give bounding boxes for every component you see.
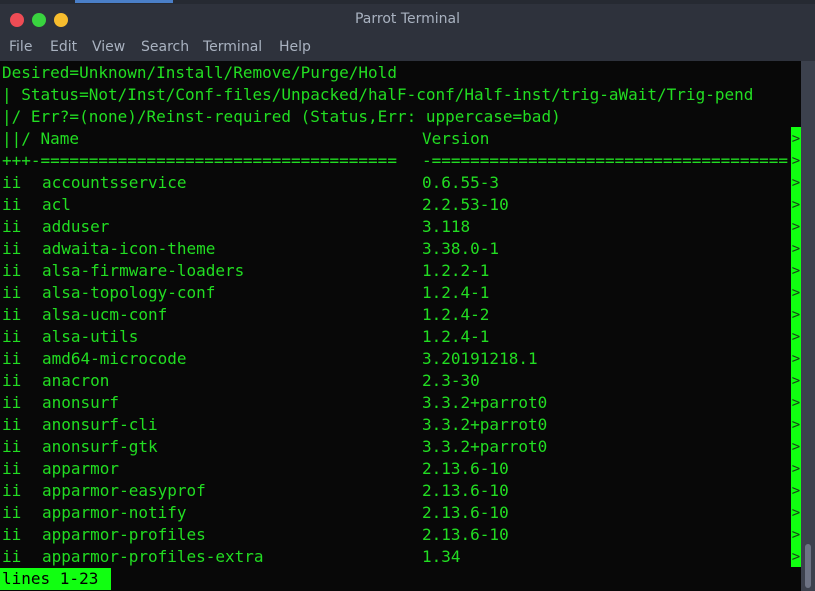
package-version: 2.13.6-10 xyxy=(422,525,509,544)
package-status: ii xyxy=(2,195,22,214)
title-bar: Parrot Terminal xyxy=(0,4,815,34)
column-header-name: ||/ Name xyxy=(2,129,80,148)
menu-help[interactable]: Help xyxy=(279,39,311,55)
package-status: ii xyxy=(2,437,22,456)
overflow-marker: > xyxy=(791,285,801,301)
overflow-marker: > xyxy=(791,219,801,235)
package-version: 3.3.2+parrot0 xyxy=(422,393,548,412)
package-name: apparmor xyxy=(42,459,120,478)
separator-version: -===================================== xyxy=(422,151,789,170)
separator-name: +++-====================================… xyxy=(2,151,397,170)
menu-view[interactable]: View xyxy=(92,39,125,55)
package-status: ii xyxy=(2,173,22,192)
package-status: ii xyxy=(2,481,22,500)
scrollbar-thumb[interactable] xyxy=(805,544,811,588)
package-version: 0.6.55-3 xyxy=(422,173,500,192)
package-name: apparmor-profiles xyxy=(42,525,206,544)
package-version: 2.13.6-10 xyxy=(422,503,509,522)
overflow-marker: > xyxy=(791,131,801,147)
package-name: accountsservice xyxy=(42,173,187,192)
package-status: ii xyxy=(2,393,22,412)
package-status: ii xyxy=(2,217,22,236)
menu-edit[interactable]: Edit xyxy=(50,39,77,55)
package-version: 2.13.6-10 xyxy=(422,481,509,500)
package-version: 3.3.2+parrot0 xyxy=(422,437,548,456)
package-name: anonsurf xyxy=(42,393,120,412)
package-version: 1.2.2-1 xyxy=(422,261,490,280)
active-tab-indicator xyxy=(75,0,173,3)
overflow-marker: > xyxy=(791,197,801,213)
package-version: 2.3-30 xyxy=(422,371,480,390)
package-name: acl xyxy=(42,195,71,214)
header-line-err: |/ Err?=(none)/Reinst-required (Status,E… xyxy=(2,107,561,126)
package-version: 1.2.4-1 xyxy=(422,327,490,346)
overflow-marker: > xyxy=(791,175,801,191)
pager-status: lines 1-23 xyxy=(0,568,111,590)
package-version: 1.34 xyxy=(422,547,461,566)
menu-search[interactable]: Search xyxy=(141,39,189,55)
overflow-marker: > xyxy=(791,351,801,367)
package-name: anonsurf-gtk xyxy=(42,437,158,456)
header-line-status: | Status=Not/Inst/Conf-files/Unpacked/ha… xyxy=(2,85,754,104)
overflow-marker: > xyxy=(791,263,801,279)
column-header-version: Version xyxy=(422,129,490,148)
package-version: 2.2.53-10 xyxy=(422,195,509,214)
package-version: 1.2.4-1 xyxy=(422,283,490,302)
package-name: apparmor-easyprof xyxy=(42,481,206,500)
package-status: ii xyxy=(2,239,22,258)
overflow-marker: > xyxy=(791,439,801,455)
package-name: alsa-utils xyxy=(42,327,139,346)
overflow-marker: > xyxy=(791,329,801,345)
overflow-marker: > xyxy=(791,373,801,389)
package-status: ii xyxy=(2,547,22,566)
package-name: amd64-microcode xyxy=(42,349,187,368)
package-version: 2.13.6-10 xyxy=(422,459,509,478)
package-version: 1.2.4-2 xyxy=(422,305,490,324)
package-status: ii xyxy=(2,525,22,544)
window-title: Parrot Terminal xyxy=(354,11,461,27)
menu-file[interactable]: File xyxy=(9,39,32,55)
overflow-marker: > xyxy=(791,241,801,257)
package-version: 3.20191218.1 xyxy=(422,349,538,368)
package-status: ii xyxy=(2,415,22,434)
package-name: adduser xyxy=(42,217,110,236)
package-status: ii xyxy=(2,261,22,280)
package-version: 3.3.2+parrot0 xyxy=(422,415,548,434)
package-status: ii xyxy=(2,305,22,324)
package-version: 3.38.0-1 xyxy=(422,239,500,258)
package-name: anacron xyxy=(42,371,110,390)
package-status: ii xyxy=(2,459,22,478)
terminal-output[interactable]: Desired=Unknown/Install/Remove/Purge/Hol… xyxy=(0,61,801,591)
overflow-marker: > xyxy=(791,549,801,565)
package-status: ii xyxy=(2,349,22,368)
overflow-marker: > xyxy=(791,395,801,411)
package-status: ii xyxy=(2,503,22,522)
menu-bar: File Edit View Search Terminal Help xyxy=(0,34,815,61)
header-line-desired: Desired=Unknown/Install/Remove/Purge/Hol… xyxy=(2,63,397,82)
package-name: alsa-ucm-conf xyxy=(42,305,168,324)
package-name: alsa-firmware-loaders xyxy=(42,261,245,280)
overflow-marker: > xyxy=(791,461,801,477)
overflow-marker: > xyxy=(791,483,801,499)
package-name: alsa-topology-conf xyxy=(42,283,216,302)
overflow-marker: > xyxy=(791,307,801,323)
pager-status-text: lines 1-23 xyxy=(2,569,99,588)
package-version: 3.118 xyxy=(422,217,471,236)
overflow-marker: > xyxy=(791,527,801,543)
package-status: ii xyxy=(2,327,22,346)
package-status: ii xyxy=(2,371,22,390)
package-name: adwaita-icon-theme xyxy=(42,239,216,258)
menu-terminal[interactable]: Terminal xyxy=(203,39,262,55)
overflow-marker: > xyxy=(791,153,801,169)
overflow-marker: > xyxy=(791,417,801,433)
overflow-marker: > xyxy=(791,505,801,521)
package-name: apparmor-profiles-extra xyxy=(42,547,264,566)
package-name: anonsurf-cli xyxy=(42,415,158,434)
package-name: apparmor-notify xyxy=(42,503,187,522)
scrollbar[interactable] xyxy=(801,61,815,591)
package-status: ii xyxy=(2,283,22,302)
